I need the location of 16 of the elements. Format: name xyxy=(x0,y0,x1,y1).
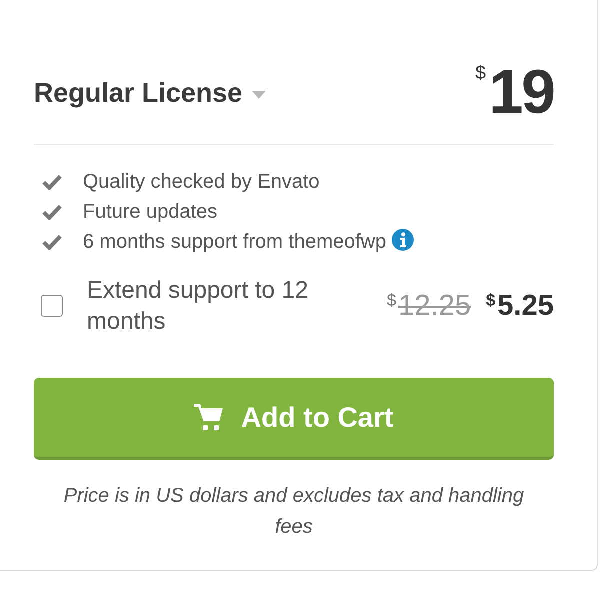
feature-text: Future updates xyxy=(83,200,218,224)
check-icon xyxy=(42,234,62,250)
check-icon xyxy=(42,204,62,220)
feature-text: 6 months support from themeofwp xyxy=(83,230,386,254)
check-icon xyxy=(42,174,62,190)
feature-text: Quality checked by Envato xyxy=(83,170,320,194)
license-price: $19 xyxy=(475,62,554,124)
license-dropdown[interactable]: Regular License xyxy=(34,78,266,108)
cart-icon xyxy=(194,404,224,432)
caret-down-icon xyxy=(252,91,266,99)
sale-price: $5.25 xyxy=(486,292,554,320)
original-price: $12.25 xyxy=(387,292,472,320)
price-note: Price is in US dollars and excludes tax and handling fees xyxy=(62,484,526,540)
extend-support-checkbox[interactable] xyxy=(41,295,63,317)
info-icon[interactable] xyxy=(392,229,414,251)
extend-support-label: Extend support to 12 months xyxy=(87,276,310,337)
